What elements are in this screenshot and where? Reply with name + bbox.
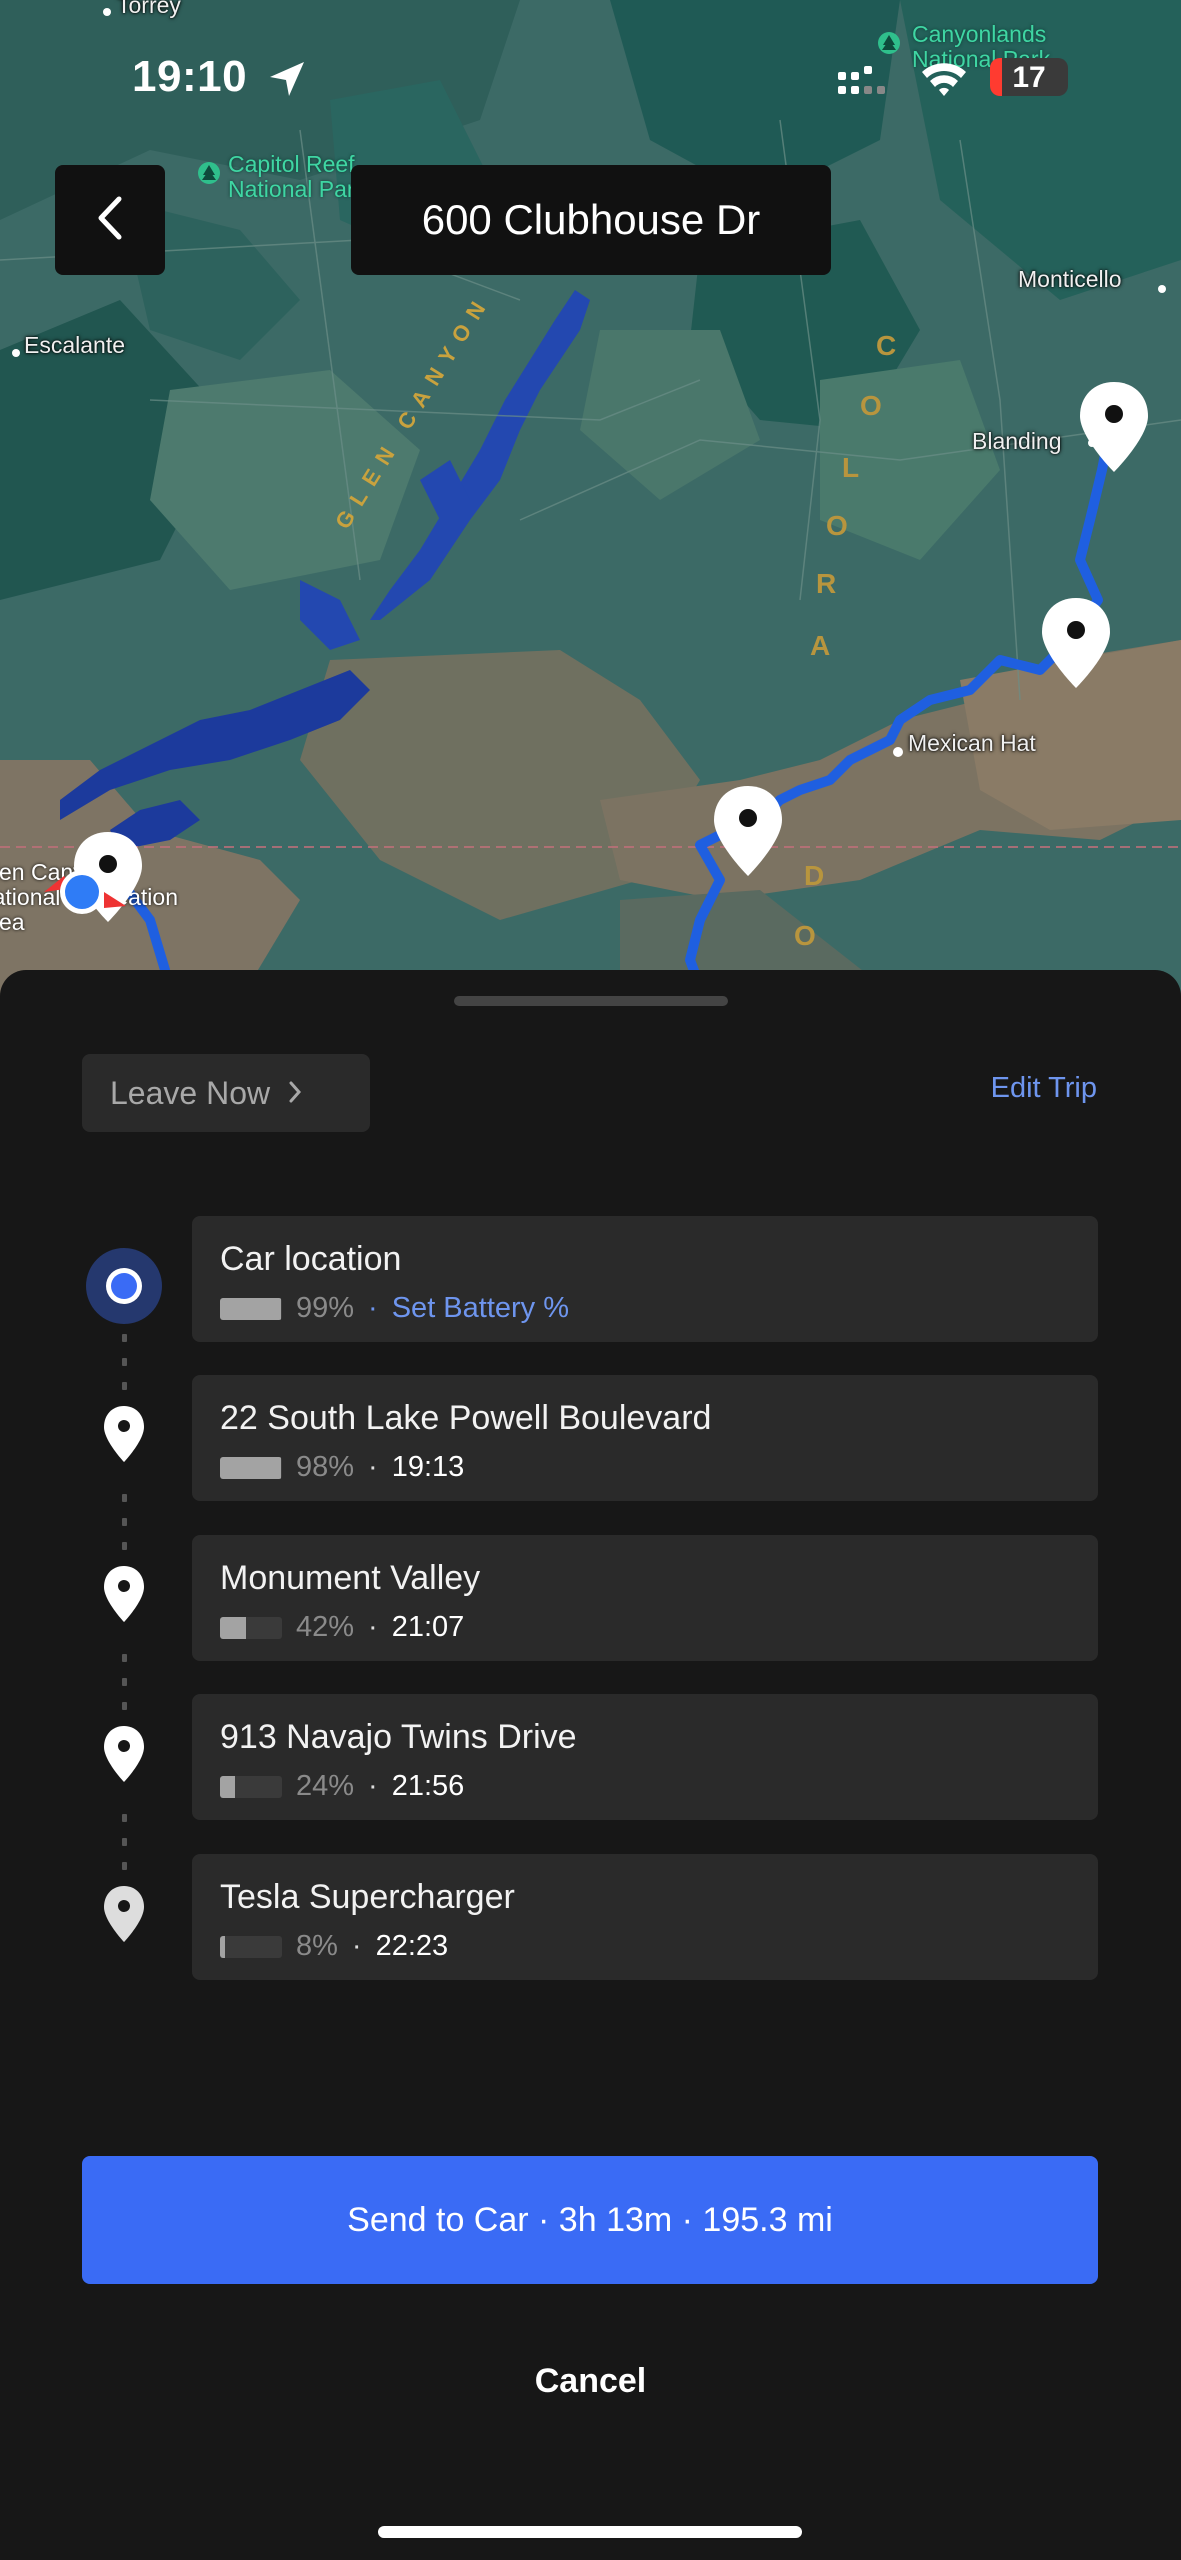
battery-percent: 24% xyxy=(296,1770,355,1802)
status-time: 19:10 xyxy=(132,52,248,101)
separator: · xyxy=(351,1930,362,1962)
battery-bar xyxy=(220,1775,282,1798)
battery-bar xyxy=(220,1935,282,1958)
map-river-letter: D xyxy=(804,860,825,891)
cellular-signal-icon xyxy=(838,64,888,105)
edit-trip-link[interactable]: Edit Trip xyxy=(991,1072,1097,1105)
sheet-grabber[interactable] xyxy=(454,996,728,1006)
arrival-time: 21:56 xyxy=(391,1770,465,1802)
battery-percent: 42% xyxy=(296,1611,355,1643)
waypoint-pin-icon xyxy=(84,1724,164,1784)
stop-name: Car location xyxy=(220,1240,402,1278)
stop-row-car-location[interactable]: Car location 99% · Set Battery % xyxy=(192,1216,1098,1342)
timeline-connector xyxy=(121,1654,127,1726)
battery-bar xyxy=(220,1456,282,1479)
arrival-time: 22:23 xyxy=(375,1930,449,1962)
stop-name: Tesla Supercharger xyxy=(220,1878,515,1916)
map-river-letter: O xyxy=(794,920,816,951)
stop-row[interactable]: 22 South Lake Powell Boulevard 98% · 19:… xyxy=(192,1375,1098,1501)
separator: · xyxy=(368,1611,378,1643)
chevron-right-icon xyxy=(288,1075,302,1112)
set-battery-link[interactable]: Set Battery % xyxy=(392,1292,569,1325)
destination-title: 600 Clubhouse Dr xyxy=(351,165,831,275)
battery-bar xyxy=(220,1616,282,1639)
battery-bar xyxy=(220,1297,282,1320)
cancel-button[interactable]: Cancel xyxy=(0,2362,1181,2401)
stop-name: 22 South Lake Powell Boulevard xyxy=(220,1399,712,1437)
map-place-escalante: Escalante xyxy=(24,332,126,358)
map-canvas xyxy=(0,0,1181,1000)
back-button[interactable] xyxy=(55,165,165,275)
map-view[interactable]: Torrey Escalante Monticello Blanding Mex… xyxy=(0,0,1181,1000)
map-river-letter: A xyxy=(810,630,831,661)
stop-row[interactable]: Monument Valley 42% · 21:07 xyxy=(192,1535,1098,1661)
send-to-car-button[interactable]: Send to Car · 3h 13m · 195.3 mi xyxy=(82,2156,1098,2284)
map-place-torrey: Torrey xyxy=(117,0,181,18)
wifi-icon xyxy=(918,58,970,103)
stop-name: 913 Navajo Twins Drive xyxy=(220,1718,577,1756)
map-river-letter: R xyxy=(816,568,837,599)
home-indicator[interactable] xyxy=(378,2526,802,2538)
map-river-letter: O xyxy=(826,510,848,541)
separator: · xyxy=(368,1770,378,1802)
map-river-letter: O xyxy=(860,390,882,421)
car-location-dot-icon xyxy=(84,1246,164,1326)
stop-row[interactable]: Tesla Supercharger 8% · 22:23 xyxy=(192,1854,1098,1980)
battery-percent: 99% xyxy=(296,1292,355,1324)
leave-now-button[interactable]: Leave Now xyxy=(82,1054,370,1132)
battery-percent: 8% xyxy=(296,1930,338,1962)
map-river-letter: L xyxy=(842,452,860,483)
arrival-time: 21:07 xyxy=(391,1611,465,1643)
map-place-blanding: Blanding xyxy=(972,428,1062,454)
map-park-capitol-reef: Capitol Reef National Park xyxy=(198,152,366,202)
waypoint-pin-icon xyxy=(84,1564,164,1624)
stop-name: Monument Valley xyxy=(220,1559,481,1597)
battery-percent: 98% xyxy=(296,1451,355,1483)
arrival-time: 19:13 xyxy=(391,1451,465,1483)
separator: · xyxy=(368,1451,378,1483)
map-place-monticello: Monticello xyxy=(1018,266,1122,292)
timeline-connector xyxy=(121,1334,127,1406)
timeline-connector xyxy=(121,1814,127,1886)
map-place-mexican-hat: Mexican Hat xyxy=(908,730,1036,756)
map-river-letter: C xyxy=(876,330,897,361)
battery-indicator: 17 xyxy=(990,58,1068,96)
location-arrow-icon xyxy=(266,58,308,105)
separator: · xyxy=(368,1292,378,1324)
stop-row[interactable]: 913 Navajo Twins Drive 24% · 21:56 xyxy=(192,1694,1098,1820)
chevron-left-icon xyxy=(95,195,125,246)
trip-sheet: Leave Now Edit Trip Car location 99% · S… xyxy=(0,970,1181,2560)
waypoint-pin-icon xyxy=(84,1404,164,1464)
destination-pin-icon xyxy=(84,1884,164,1944)
timeline-connector xyxy=(121,1494,127,1566)
